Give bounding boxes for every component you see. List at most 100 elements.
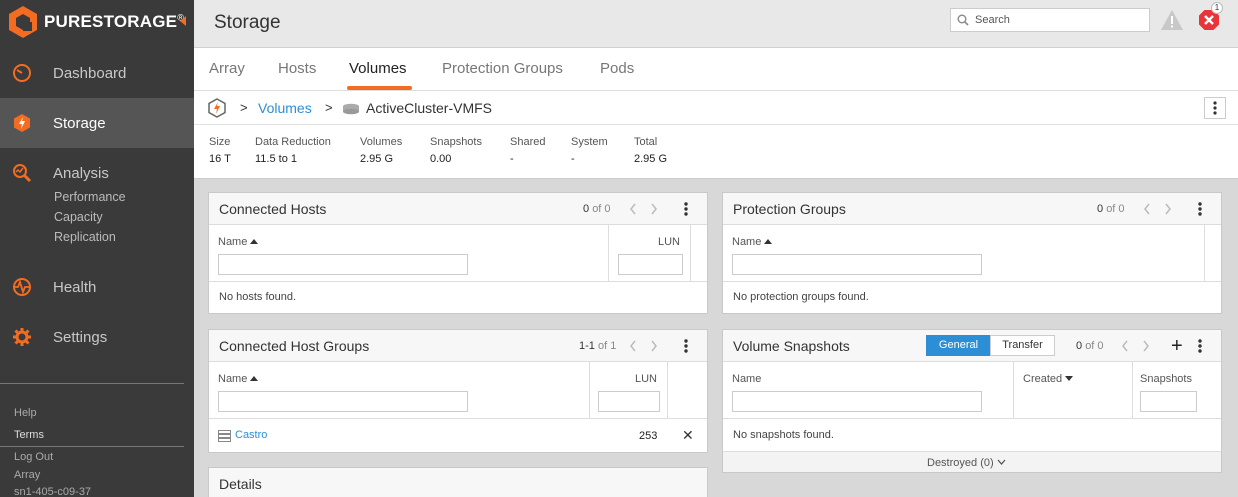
sidebar-subitem-replication[interactable]: Replication [54,230,116,244]
volume-snapshots-panel: Volume Snapshots General Transfer 0 of 0… [722,329,1222,473]
sidebar-subitem-capacity[interactable]: Capacity [54,210,103,224]
sidebar: PURESTORAGE® Dashboard Storage Analysis … [0,0,194,497]
array-name: sn1-405-c09-37 [14,486,92,497]
analysis-icon [13,164,32,183]
host-group-link[interactable]: Castro [235,429,267,441]
kebab-menu-icon[interactable] [1196,201,1204,217]
column-header-lun[interactable]: LUN [658,236,680,248]
sidebar-item-dashboard[interactable]: Dashboard [0,48,194,98]
stat-label: Size [209,136,231,148]
stat-label: Shared [510,136,546,148]
empty-state-text: No hosts found. [219,291,297,303]
row-divider [209,281,707,282]
chevron-left-icon[interactable] [1142,202,1152,216]
stat-label: Total [634,136,658,148]
details-panel: Details [208,467,708,497]
column-divider [1204,225,1205,281]
column-divider [667,362,668,418]
kebab-menu-icon[interactable] [682,201,690,217]
column-header-name[interactable]: Name [732,236,773,248]
lun-filter-input[interactable] [618,254,683,275]
chevron-right-icon[interactable] [1141,339,1151,353]
sort-ascending-icon [250,239,259,244]
row-divider [209,418,707,419]
destroyed-footer: Destroyed (0) [723,452,1221,472]
stat-value: 11.5 to 1 [255,153,297,165]
sidebar-item-label: Storage [53,114,106,132]
column-divider [589,362,590,418]
host-group-icon [218,430,231,442]
stat-data-reduction: Data Reduction 11.5 to 1 [255,136,331,165]
name-filter-input[interactable] [732,391,982,412]
tab-volumes[interactable]: Volumes [349,60,407,77]
volume-actions-menu[interactable] [1204,97,1226,119]
name-filter-input[interactable] [732,254,982,275]
sidebar-item-storage[interactable]: Storage [0,98,194,148]
breadcrumb-current: ActiveCluster-VMFS [366,100,493,116]
chevron-left-icon[interactable] [628,202,638,216]
column-header-snapshots[interactable]: Snapshots [1140,373,1192,385]
brand-logo[interactable]: PURESTORAGE® [6,4,184,40]
name-filter-input[interactable] [218,254,468,275]
chevron-left-icon[interactable] [1120,339,1130,353]
empty-state-text: No snapshots found. [733,429,834,441]
sidebar-item-health[interactable]: Health [0,262,194,312]
column-header-name[interactable]: Name [218,236,259,248]
destroyed-snapshots-toggle[interactable]: Destroyed (0) [927,457,1006,469]
stat-snapshots: Snapshots 0.00 [430,136,482,165]
empty-state-text: No protection groups found. [733,291,869,303]
pure-storage-logo-icon [9,6,37,38]
breadcrumb-volumes-link[interactable]: Volumes [258,100,312,116]
chevron-right-icon[interactable] [1163,202,1173,216]
column-header-name[interactable]: Name [218,373,259,385]
stat-label: Volumes [360,136,403,148]
lun-filter-input[interactable] [598,391,660,412]
sort-descending-icon [1065,376,1074,381]
add-snapshot-plus-icon[interactable]: + [1171,336,1183,356]
dashboard-icon [13,64,31,82]
pager: 0 of 0 [1076,340,1104,352]
stat-label: Data Reduction [255,136,331,148]
kebab-menu-icon[interactable] [1196,338,1204,354]
column-header-name[interactable]: Name [732,373,761,385]
tab-protection-groups[interactable]: Protection Groups [442,60,563,77]
column-header-lun[interactable]: LUN [635,373,657,385]
storage-home-icon[interactable] [208,98,226,118]
kebab-menu-icon [1213,101,1217,115]
search-input[interactable] [975,14,1135,26]
toggle-general[interactable]: General [926,335,991,356]
column-header-created[interactable]: Created [1023,373,1074,385]
brand-name: PURESTORAGE® [44,12,185,31]
snapshots-filter-input[interactable] [1140,391,1197,412]
alert-count-badge: 1 [1211,2,1223,14]
pager: 0 of 0 [1097,203,1125,215]
warning-icon[interactable] [1160,9,1184,31]
sidebar-subitem-performance[interactable]: Performance [54,190,126,204]
sidebar-divider [0,446,184,447]
search-box[interactable] [950,8,1150,32]
kebab-menu-icon[interactable] [682,338,690,354]
tab-hosts[interactable]: Hosts [278,60,316,77]
array-label: Array [14,469,41,481]
log-out-link[interactable]: Log Out [14,451,53,463]
chevron-left-icon[interactable] [628,339,638,353]
column-divider [1013,362,1014,418]
stat-value: 16 T [209,153,231,165]
breadcrumb-separator: > [240,100,248,115]
sidebar-item-label: Settings [53,328,108,346]
lun-value: 253 [639,430,658,442]
toggle-transfer[interactable]: Transfer [990,335,1055,356]
chevron-right-icon[interactable] [649,202,659,216]
chevron-right-icon[interactable] [649,339,659,353]
name-filter-input[interactable] [218,391,468,412]
sidebar-collapse-icon[interactable] [180,16,186,26]
terms-link[interactable]: Terms [14,429,44,441]
help-link[interactable]: Help [14,407,37,419]
disconnect-close-icon[interactable]: ✕ [682,427,694,444]
tab-pods[interactable]: Pods [600,60,634,77]
stat-size: Size 16 T [209,136,231,165]
storage-icon [14,114,30,132]
panel-header: Connected Host Groups 1-1 of 1 [209,330,707,362]
sidebar-item-settings[interactable]: Settings [0,312,194,362]
tab-array[interactable]: Array [209,60,245,77]
